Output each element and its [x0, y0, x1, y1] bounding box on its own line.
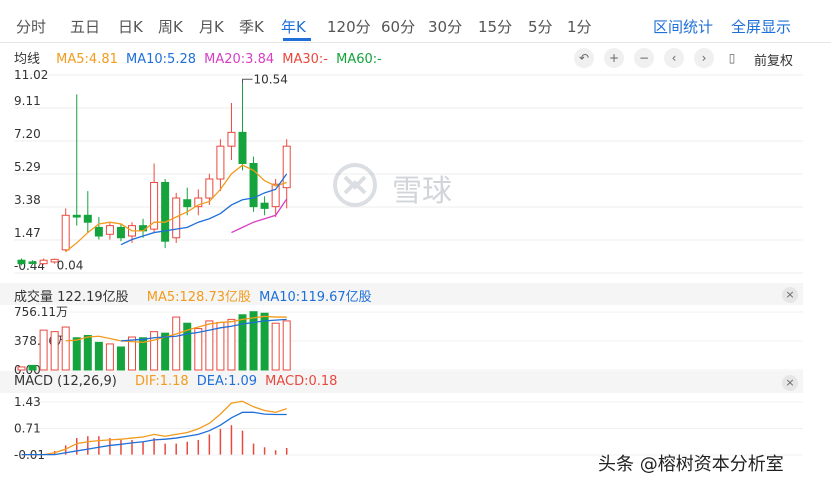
candle-body — [271, 183, 280, 208]
volume-bar — [161, 332, 170, 371]
candle-body — [39, 259, 48, 265]
volume-bar — [50, 331, 59, 371]
volume-bar — [28, 364, 37, 371]
candle-body — [183, 199, 192, 208]
price-y-tick: 9.11 — [14, 94, 41, 108]
volume-bar — [271, 322, 280, 371]
volume-bar — [216, 321, 225, 371]
high-annotation-pointer — [242, 78, 253, 84]
ma10-line — [120, 173, 288, 246]
volume-bar — [83, 334, 92, 371]
candle-body — [238, 131, 247, 164]
volume-bar — [205, 320, 214, 371]
volume-bar — [17, 366, 26, 371]
volume-bar — [282, 320, 291, 371]
price-y-tick: 1.47 — [14, 226, 41, 240]
candle-body — [83, 214, 92, 223]
volume-bar — [72, 337, 81, 371]
volume-y-tick: 756.11万 — [14, 305, 68, 319]
volume-bar — [94, 341, 103, 371]
candle-body — [61, 214, 70, 251]
candle-body — [205, 178, 214, 199]
volume-bar — [61, 326, 70, 371]
candle-body — [28, 261, 37, 264]
price-y-tick: 3.38 — [14, 193, 41, 207]
high-annotation-label: 10.54 — [254, 72, 288, 86]
price-y-tick: 7.20 — [14, 127, 41, 141]
candle-body — [161, 181, 170, 242]
candle-body — [282, 145, 291, 189]
watermark-text: 雪球 — [392, 174, 452, 209]
macd-y-tick: 0.71 — [14, 422, 41, 436]
kline-chart[interactable]: 11.029.117.205.293.381.47-0.4410.540.047… — [0, 0, 831, 484]
macd-y-tick: 1.43 — [14, 395, 41, 409]
volume-bar — [249, 311, 258, 371]
candle-body — [227, 131, 236, 147]
volume-bar — [116, 346, 125, 371]
candle-body — [260, 202, 269, 209]
candle-body — [94, 226, 103, 237]
candle-body — [116, 226, 125, 239]
volume-bar — [105, 343, 114, 371]
candle-body — [17, 259, 26, 265]
candle-body — [216, 145, 225, 180]
candle-body — [105, 225, 114, 235]
volume-bar — [172, 316, 181, 371]
source-credit: 头条 @榕树资本分析室 — [598, 454, 784, 475]
price-y-tick: 5.29 — [14, 160, 41, 174]
volume-bar — [39, 329, 48, 371]
volume-bar — [194, 328, 203, 371]
price-y-tick: 11.02 — [14, 68, 48, 82]
candle-body — [72, 214, 81, 218]
low-annotation-label: 0.04 — [57, 259, 84, 273]
